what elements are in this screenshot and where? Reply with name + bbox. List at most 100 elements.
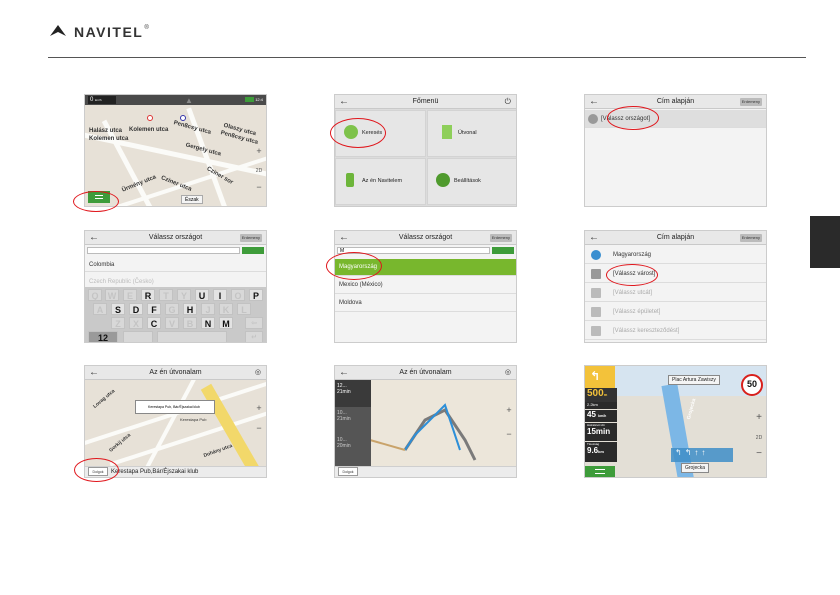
view-mode-button[interactable]: 2D [755,434,763,442]
zoom-in-button[interactable]: + [255,404,263,413]
key[interactable]: U [195,289,209,301]
result-button[interactable]: Erdemeny [489,234,512,242]
result-button[interactable]: Erdemeny [739,98,762,106]
screen-title: Főmenü [412,98,439,105]
route-option[interactable]: 12... 21min [335,380,371,407]
back-arrow-icon[interactable]: ← [339,95,349,109]
add-button[interactable] [492,247,514,254]
zoom-out-button[interactable]: − [755,449,763,459]
route-bottom-bar [335,466,516,477]
globe-icon [591,249,601,260]
key[interactable]: Z [111,317,125,329]
remaining-distance: Távolság 9.6km [585,442,617,462]
row-label: [Válassz utcát] [613,289,653,296]
key[interactable]: K [219,303,233,315]
building-row[interactable]: [Válassz épületet] [585,303,766,321]
key[interactable]: Q [88,289,102,301]
backspace-key-icon[interactable]: ⇦ [245,317,263,329]
intersection-row[interactable]: [Válassz kereszteződést] [585,322,766,340]
result-button[interactable]: Erdemeny [239,234,262,242]
search-input[interactable] [87,247,240,254]
country-row[interactable]: Colombia [85,258,266,272]
street-label: Kolemen utca [129,127,169,133]
section-tab [810,216,840,268]
zoom-in-button[interactable]: + [505,406,513,415]
key[interactable]: V [165,317,179,329]
poi-pin-icon[interactable] [180,115,186,121]
back-arrow-icon[interactable]: ← [89,366,99,380]
key[interactable]: S [111,303,125,315]
screen-title: Cím alapján [656,234,695,241]
key[interactable]: L [237,303,251,315]
power-icon[interactable]: ⏻ [505,97,511,107]
route-option[interactable]: 10... 20min [335,434,371,461]
key[interactable]: F [147,303,161,315]
back-arrow-icon[interactable]: ← [89,231,99,245]
back-arrow-icon[interactable]: ← [339,231,349,245]
key[interactable]: R [141,289,155,301]
menu-tile-my-navitel[interactable]: Az én Navitelem [335,158,426,205]
menu-tile-route[interactable]: Útvonal [427,110,516,157]
key[interactable]: C [147,317,161,329]
key[interactable]: Y [177,289,191,301]
route-option[interactable]: 10... 21min [335,407,371,434]
map-canvas[interactable] [85,95,266,206]
zoom-out-button[interactable]: − [255,183,263,192]
key[interactable]: N [201,317,215,329]
route-settings-icon[interactable]: ◎ [255,368,261,376]
row-label: [Válassz kereszteződést] [613,327,680,334]
key[interactable]: A [93,303,107,315]
menu-tile-settings[interactable]: Beállítások [427,158,516,205]
menu-icon [595,469,605,474]
space-key[interactable] [157,331,227,342]
options-button[interactable]: Dolgok [338,467,358,476]
zoom-in-button[interactable]: + [255,147,263,156]
brand-registered: ® [144,25,149,31]
key[interactable]: G [165,303,179,315]
view-mode-button[interactable]: 2D [255,167,263,175]
country-row[interactable]: Moldova [335,295,516,312]
street-row[interactable]: [Válassz utcát] [585,284,766,302]
key[interactable]: O [231,289,245,301]
poi-pin-icon[interactable] [147,115,153,121]
highlight-ring [73,191,119,212]
menu-button[interactable] [585,466,615,477]
route-settings-icon[interactable]: ◎ [505,368,511,376]
key[interactable]: P [249,289,263,301]
country-row[interactable]: Mexico (México) [335,277,516,294]
back-arrow-icon[interactable]: ← [589,95,599,109]
row-label: [Válassz épületet] [613,308,661,315]
key[interactable]: J [201,303,215,315]
remaining-time: Hátralévő idő 15min [585,423,617,441]
key[interactable]: W [105,289,119,301]
zoom-in-button[interactable]: + [755,413,763,423]
screen-route-options: ← Az én útvonalam ◎ 12... 21min 10... 21min … [334,365,517,478]
enter-key-icon[interactable]: ↵ [245,331,263,342]
numeric-key[interactable]: 12 [88,331,118,342]
key[interactable]: B [183,317,197,329]
result-button[interactable]: Erdemeny [739,234,762,242]
key[interactable]: D [129,303,143,315]
next-distance: 2.2km [585,402,617,409]
key[interactable]: T [159,289,173,301]
country-row[interactable]: Magyarország [585,246,766,264]
key[interactable]: X [129,317,143,329]
screen-title: Válassz országot [398,234,453,241]
zoom-out-button[interactable]: − [255,424,263,433]
key[interactable]: I [213,289,227,301]
language-key[interactable] [123,331,153,342]
zoom-out-button[interactable]: − [505,430,513,439]
add-button[interactable] [242,247,264,254]
back-arrow-icon[interactable]: ← [589,231,599,245]
screen-title: Válassz országot [148,234,203,241]
key[interactable]: E [123,289,137,301]
key[interactable]: M [219,317,233,329]
highlight-ring [606,264,658,286]
back-arrow-icon[interactable]: ← [339,366,349,380]
current-street-sign: Plac Artura Zawiszy [668,375,720,385]
key[interactable]: H [183,303,197,315]
lane-arrows-icon: ↰↰↑↑ [675,448,709,457]
brand-name: NAVITEL [74,24,144,40]
poi-popup[interactable]: Kerestapa Pub, Bár/Éjszakai klub [135,400,215,414]
compass-arrow-icon[interactable]: ▲ [185,96,193,105]
